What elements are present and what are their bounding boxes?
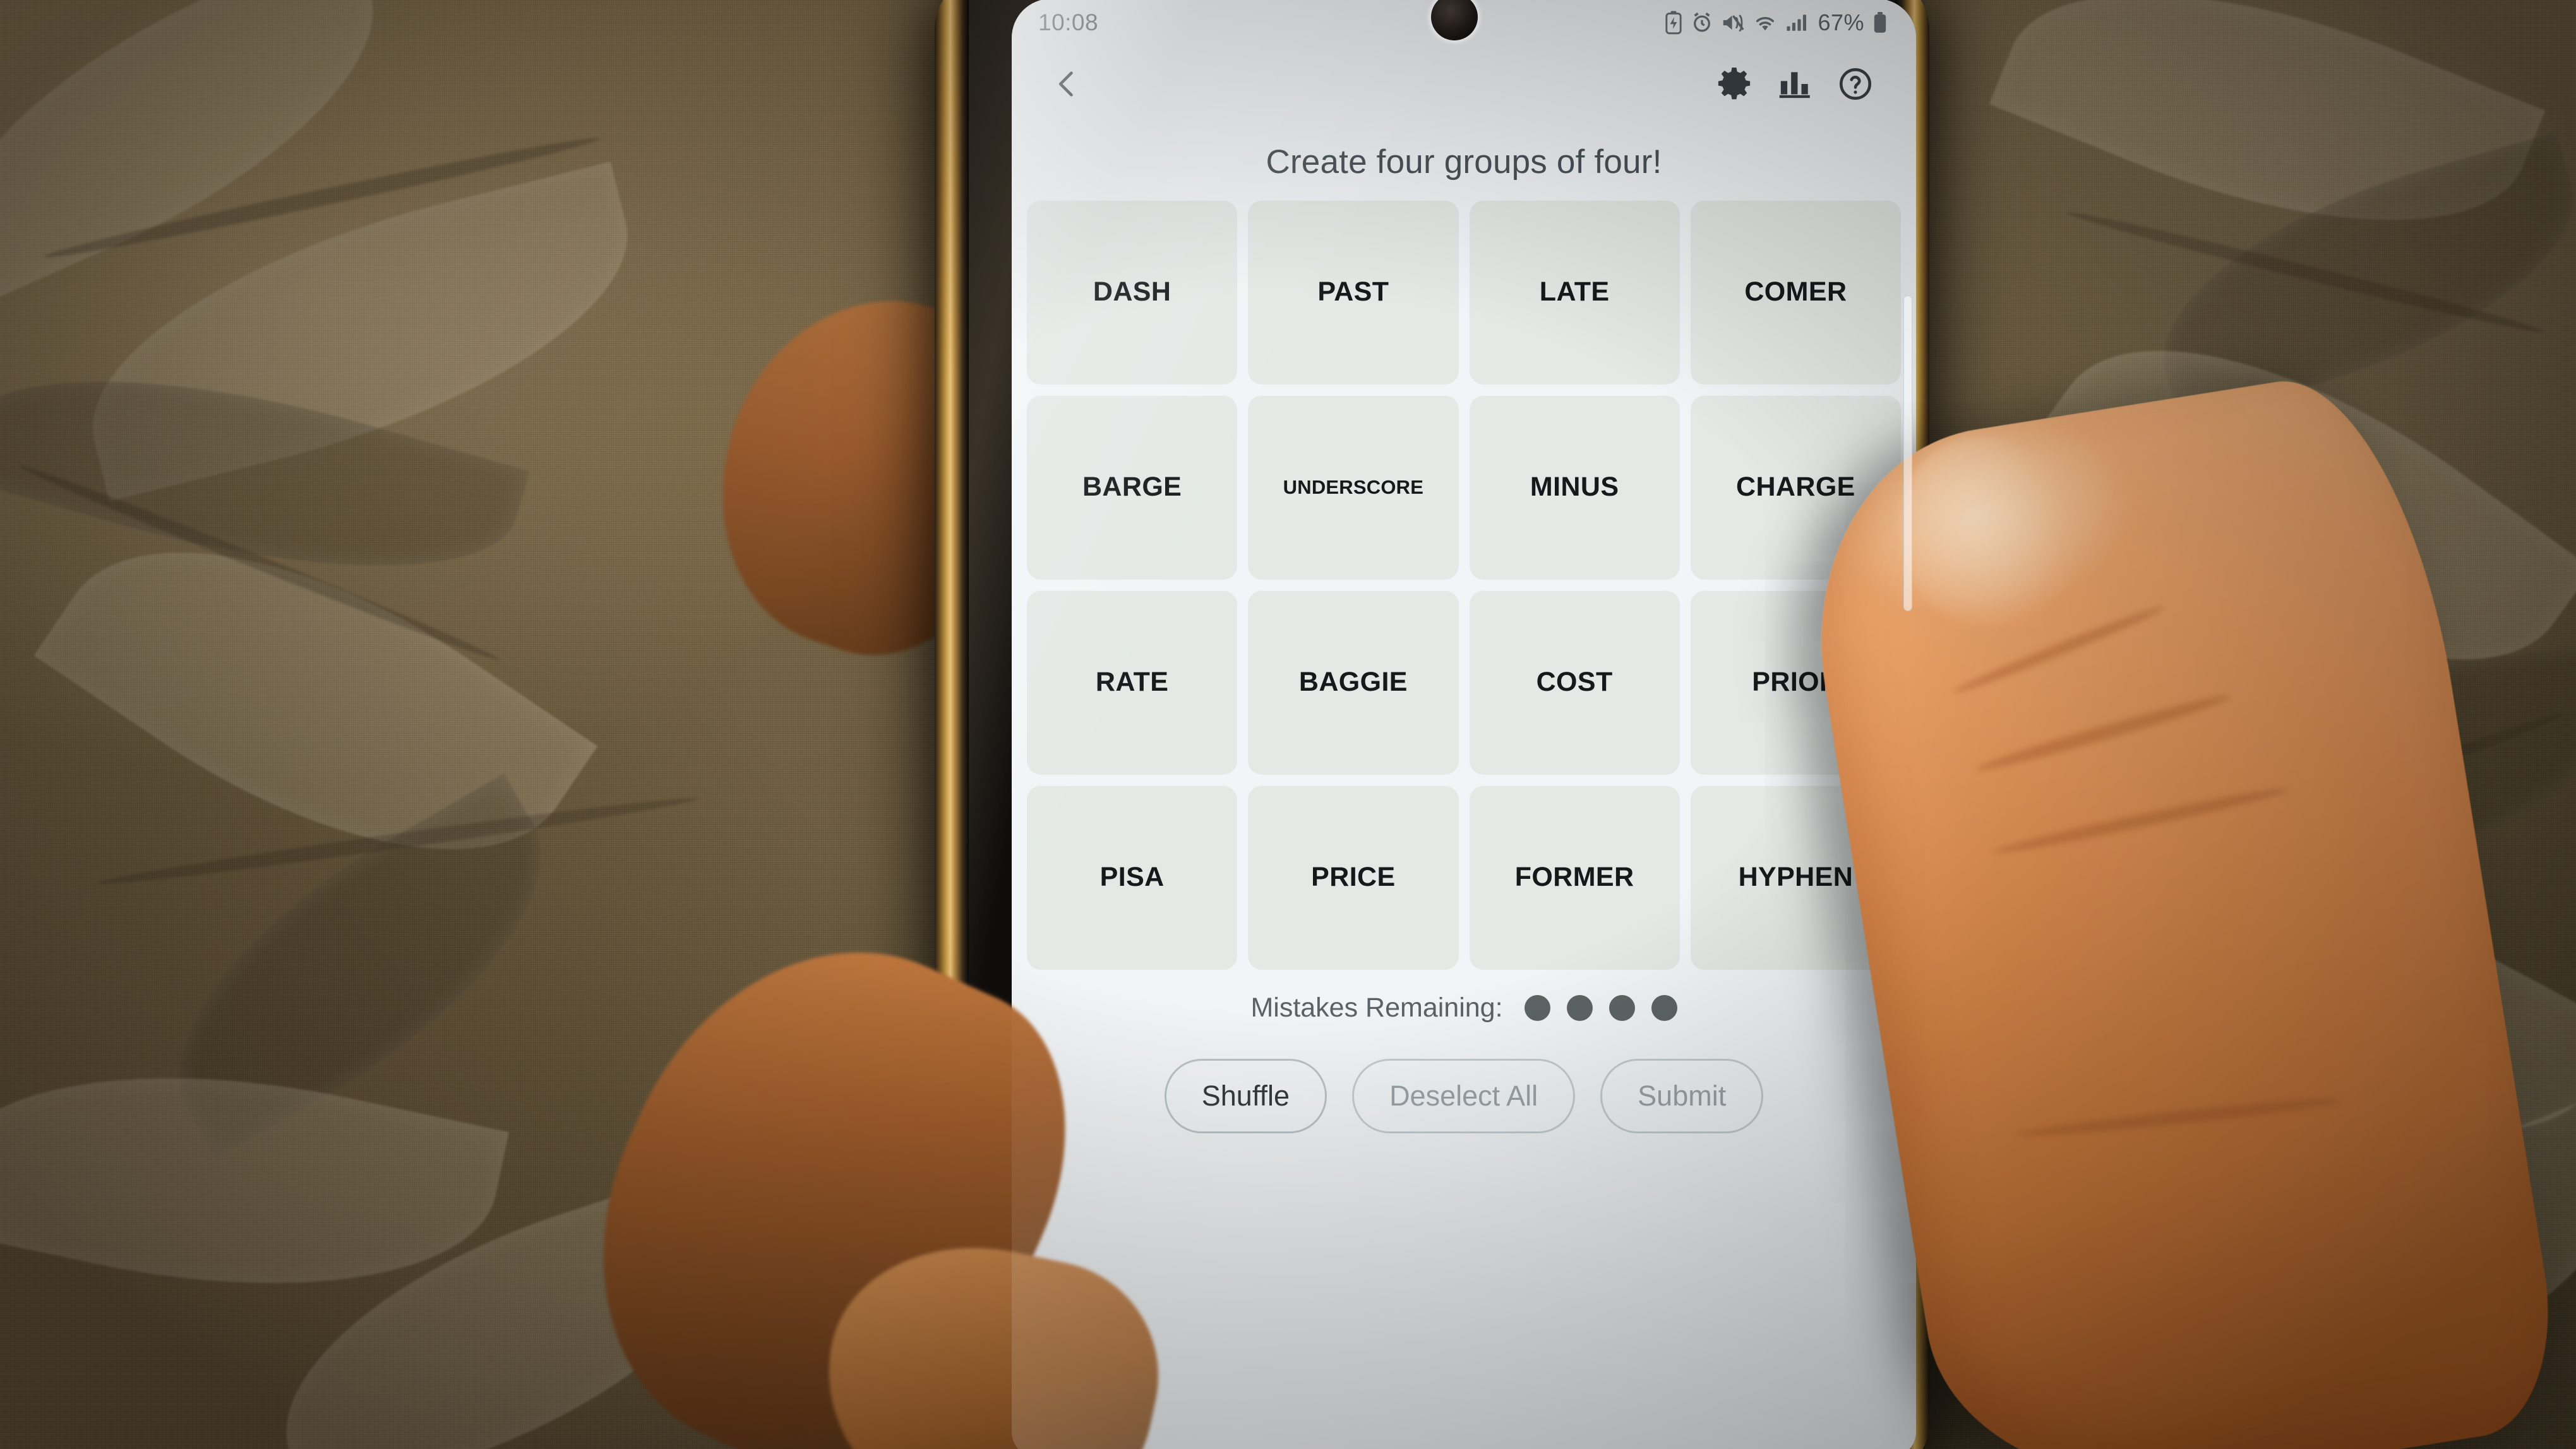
battery-saver-icon [1665,11,1682,35]
battery-icon [1873,12,1887,33]
word-tile-grid: DASH PAST LATE COMER BARGE UNDERSCORE MI… [1012,200,1916,970]
bar-chart-icon[interactable] [1764,54,1825,114]
back-chevron-icon[interactable] [1037,54,1098,114]
word-tile[interactable]: COMER [1690,200,1901,385]
battery-percentage-label: 67% [1818,9,1864,35]
mistakes-dots [1524,995,1677,1021]
word-tile[interactable]: PRIOR [1690,590,1901,775]
word-tile[interactable]: COST [1469,590,1680,775]
word-tile[interactable]: MINUS [1469,395,1680,580]
cellular-signal-icon [1786,13,1807,32]
status-bar-clock: 10:08 [1038,9,1099,35]
deselect-all-button[interactable]: Deselect All [1352,1059,1576,1133]
photograph: 10:08 67% Create four groups of four! DA… [0,0,2576,1449]
mistakes-remaining-row: Mistakes Remaining: [1012,993,1916,1023]
word-tile[interactable]: UNDERSCORE [1248,395,1459,580]
phone-screen: 10:08 67% Create four groups of four! DA… [1012,0,1916,1449]
submit-button[interactable]: Submit [1600,1059,1764,1133]
word-tile[interactable]: FORMER [1469,785,1680,970]
skin-crease [1974,689,2232,777]
phone-frame-left-edge [935,0,969,1449]
fabric-leaf-motif [2227,1093,2576,1420]
word-tile[interactable]: BARGE [1027,395,1238,580]
screen-scrollbar[interactable] [1903,295,1912,611]
action-button-row: Shuffle Deselect All Submit [1012,1059,1916,1133]
word-tile[interactable]: PISA [1027,785,1238,970]
app-bar [1012,47,1916,121]
word-tile[interactable]: PAST [1248,200,1459,385]
word-tile[interactable]: RATE [1027,590,1238,775]
word-tile[interactable]: BAGGIE [1248,590,1459,775]
mistake-dot [1651,995,1677,1021]
word-tile[interactable]: LATE [1469,200,1680,385]
smartphone-device: 10:08 67% Create four groups of four! DA… [935,0,1929,1449]
gear-icon[interactable] [1704,54,1764,114]
mistake-dot [1524,995,1550,1021]
word-tile[interactable]: PRICE [1248,785,1459,970]
mistake-dot [1566,995,1593,1021]
help-circle-icon[interactable] [1825,54,1886,114]
word-tile[interactable]: HYPHEN [1690,785,1901,970]
alarm-icon [1691,12,1713,33]
fabric-leaf-motif [2212,643,2576,885]
mistakes-remaining-label: Mistakes Remaining: [1250,993,1503,1023]
status-bar-icons: 67% [1665,9,1887,36]
shuffle-button[interactable]: Shuffle [1164,1059,1327,1133]
mistake-dot [1609,995,1635,1021]
mute-icon [1722,13,1744,33]
word-tile[interactable]: CHARGE [1690,395,1901,580]
wifi-icon [1753,13,1777,32]
word-tile[interactable]: DASH [1027,200,1238,385]
game-instruction-title: Create four groups of four! [1266,143,1662,181]
skin-crease [2015,1094,2343,1142]
